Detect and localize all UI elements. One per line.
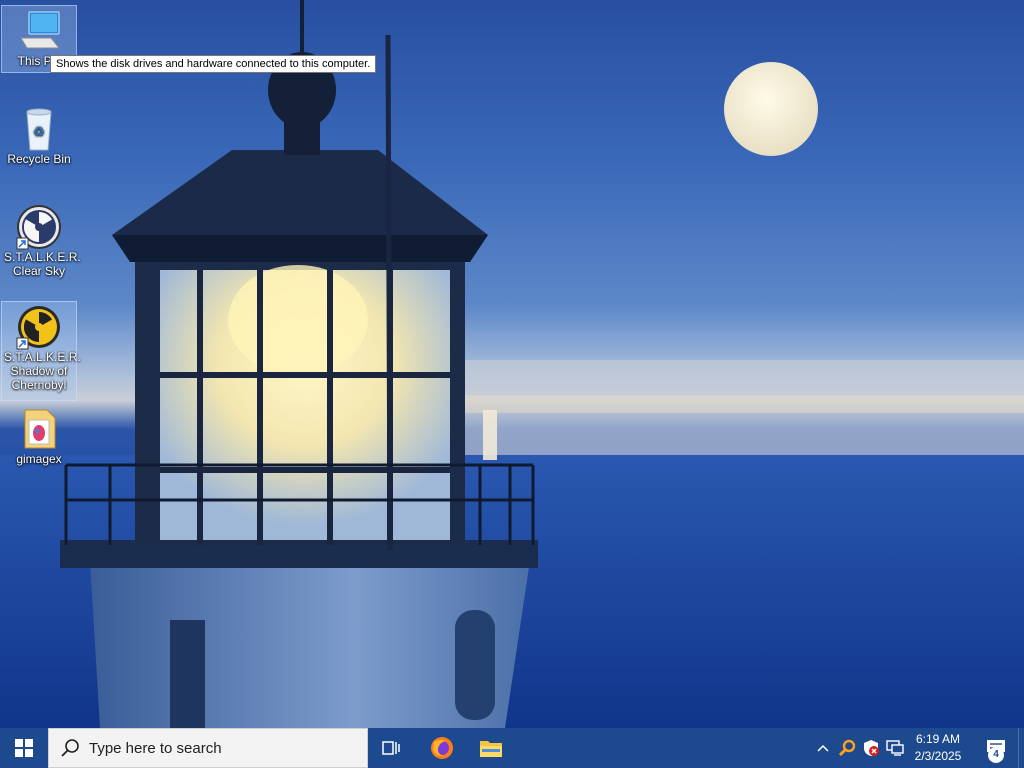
svg-text:♻: ♻	[33, 125, 45, 140]
tray-security[interactable]	[860, 728, 882, 768]
show-desktop-button[interactable]	[1018, 728, 1024, 768]
desktop-icon-label: gimagex	[16, 452, 62, 466]
show-hidden-icons-button[interactable]	[812, 728, 834, 768]
wallpaper-lighthouse	[0, 0, 1024, 728]
desktop-icon-label: S.T.A.L.K.E.R. Clear Sky	[4, 250, 81, 278]
search-box[interactable]: Type here to search	[48, 728, 368, 768]
start-button[interactable]	[0, 728, 48, 768]
firefox-button[interactable]	[419, 728, 465, 768]
desktop-icon-stalker-shadow-of-chernobyl[interactable]: S.T.A.L.K.E.R. Shadow of Chernobyl	[1, 301, 81, 401]
file-explorer-button[interactable]	[468, 728, 514, 768]
task-view-button[interactable]	[369, 728, 415, 768]
desktop-icon-stalker-clear-sky[interactable]: S.T.A.L.K.E.R. Clear Sky	[2, 202, 81, 290]
clock-time: 6:19 AM	[915, 732, 961, 746]
security-shield-icon	[864, 740, 879, 756]
search-placeholder: Type here to search	[89, 739, 222, 757]
recycle-bin-icon: ♻	[26, 108, 52, 151]
radiation-icon	[16, 205, 61, 250]
folder-icon	[480, 741, 502, 757]
radiation-yellow-icon	[16, 306, 60, 350]
tooltip: Shows the disk drives and hardware conne…	[50, 55, 377, 73]
notification-badge: 4	[988, 747, 1004, 763]
clock[interactable]: 6:19 AM 2/3/2025	[905, 731, 971, 765]
taskbar: Type here to search 6:19 AM 2/3/2025	[0, 728, 1024, 768]
firefox-icon	[431, 737, 453, 759]
desktop-icon-recycle-bin[interactable]: ♻ Recycle Bin	[2, 104, 76, 174]
desktop[interactable]: This PC ♻ Recycle Bin S.T.A.L.K.E.R. Cle…	[0, 0, 1024, 728]
clock-date: 2/3/2025	[914, 749, 962, 763]
task-view-icon	[382, 741, 400, 755]
desktop-icon-label: Recycle Bin	[7, 152, 71, 166]
windows-logo-icon	[15, 739, 33, 757]
search-tool-icon	[838, 739, 856, 757]
tray-network[interactable]	[884, 728, 906, 768]
search-icon	[61, 739, 79, 757]
network-icon	[886, 740, 904, 756]
folder-image-icon	[24, 409, 56, 449]
desktop-icon-gimagex[interactable]: gimagex	[2, 404, 76, 474]
computer-icon	[20, 11, 61, 49]
tray-search-tool[interactable]	[836, 728, 858, 768]
chevron-up-icon	[817, 744, 829, 752]
desktop-icon-label: S.T.A.L.K.E.R. Shadow of Chernobyl	[4, 350, 81, 392]
